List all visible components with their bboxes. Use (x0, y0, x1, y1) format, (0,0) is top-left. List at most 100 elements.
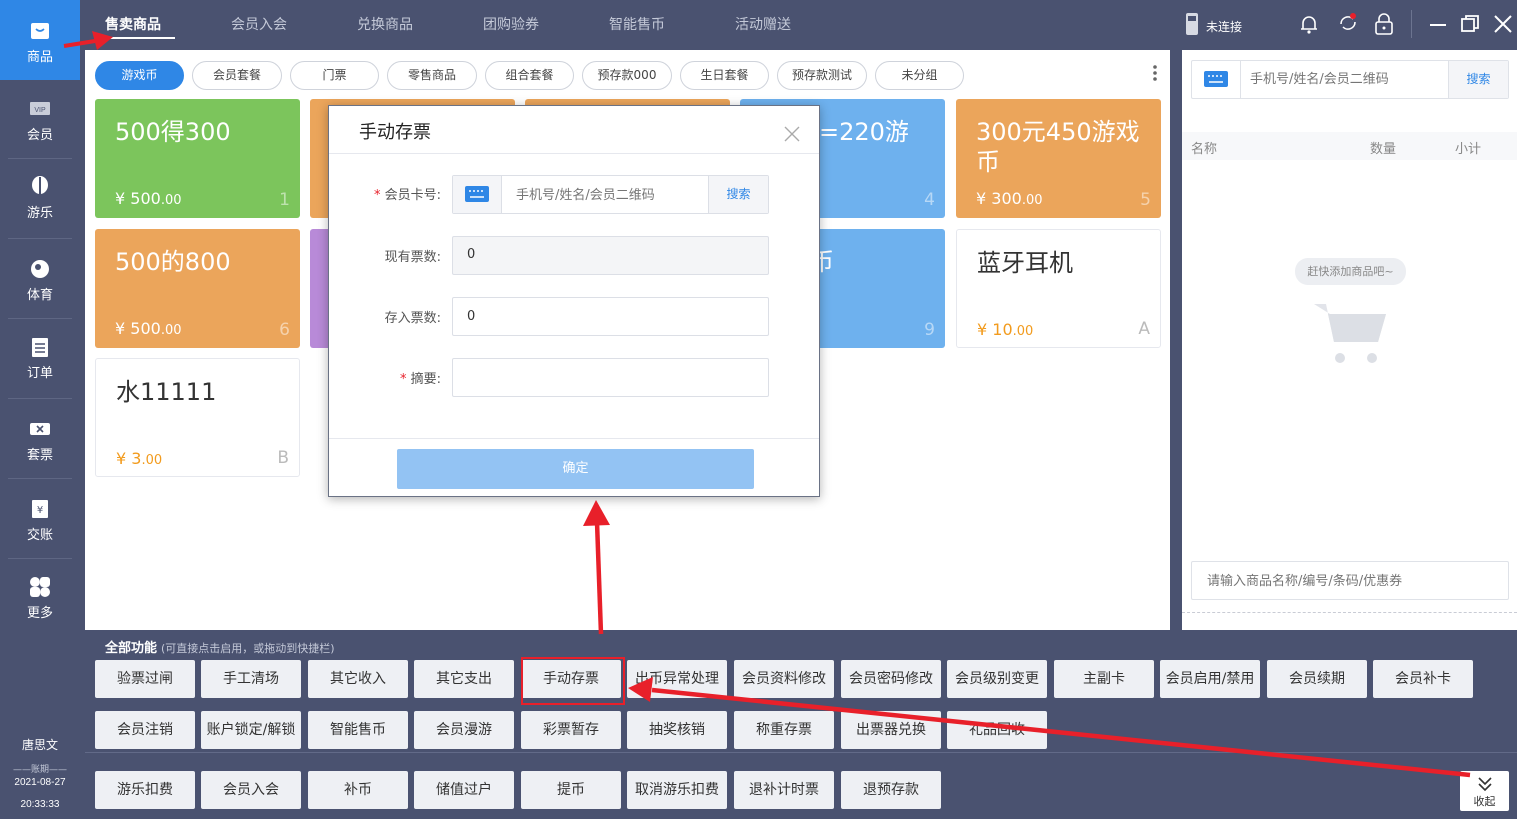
fn-gift-recycle[interactable]: 礼品回收 (947, 711, 1047, 749)
minimize-icon[interactable] (1428, 14, 1448, 34)
sidebar-item-label: 订单 (26, 366, 53, 381)
period-label: ——账期—— (12, 765, 67, 775)
product-hotkey: B (277, 448, 289, 468)
quick-amusement-charge[interactable]: 游乐扣费 (95, 771, 195, 809)
fn-member-level[interactable]: 会员级别变更 (947, 660, 1047, 698)
device-status[interactable] (1183, 12, 1201, 36)
sidebar-item-package-tickets[interactable]: 套票 (0, 400, 80, 480)
fn-lottery-hold[interactable]: 彩票暂存 (521, 711, 621, 749)
sidebar-item-more[interactable]: 更多 (0, 560, 80, 640)
empty-cart-hint: 赶快添加商品吧~ (1295, 258, 1406, 285)
fn-member-enable[interactable]: 会员启用/禁用 (1160, 660, 1260, 698)
chip-prepaid-test[interactable]: 预存款测试 (777, 61, 867, 90)
memo-input[interactable] (452, 358, 769, 397)
sidebar-divider (8, 478, 72, 479)
fn-weigh-deposit[interactable]: 称重存票 (734, 711, 834, 749)
quick-timed-ticket-refund[interactable]: 退补计时票 (734, 771, 834, 809)
member-search-input[interactable] (1250, 69, 1445, 90)
fn-smart-coin[interactable]: 智能售币 (308, 711, 408, 749)
lock-icon[interactable] (1373, 12, 1395, 36)
fn-member-info-edit[interactable]: 会员资料修改 (734, 660, 834, 698)
tab-sell-goods[interactable]: 售卖商品 (105, 14, 161, 34)
product-price: ¥ 300.00 (976, 189, 1043, 208)
collapse-label: 收起 (1473, 795, 1496, 808)
fn-ticket-gate[interactable]: 验票过闸 (95, 660, 195, 698)
bell-icon[interactable] (1298, 13, 1320, 35)
deposit-tickets-input[interactable] (452, 297, 769, 336)
product-hotkey: 1 (279, 190, 290, 210)
period-time: 20:33:33 (20, 799, 60, 810)
product-card[interactable]: 300元450游戏币 ¥ 300.00 5 (956, 99, 1161, 218)
sidebar-item-amusement[interactable]: 游乐 (0, 160, 80, 240)
card-no-field: 搜索 (452, 175, 769, 214)
quick-add-coins[interactable]: 补币 (308, 771, 408, 809)
card-no-input[interactable] (516, 185, 701, 205)
fn-dispenser-exchange[interactable]: 出票器兑换 (841, 711, 941, 749)
product-card[interactable]: 蓝牙耳机 ¥ 10.00 A (956, 229, 1161, 348)
chip-retail[interactable]: 零售商品 (387, 61, 477, 90)
svg-text:VIP: VIP (34, 107, 46, 114)
fn-member-password[interactable]: 会员密码修改 (841, 660, 941, 698)
sidebar-item-label: 商品 (26, 50, 53, 65)
fn-main-sub-card[interactable]: 主副卡 (1054, 660, 1154, 698)
sidebar-item-handover[interactable]: ¥ 交账 (0, 480, 80, 560)
fn-manual-clear[interactable]: 手工清场 (201, 660, 301, 698)
fn-coin-exception[interactable]: 出币异常处理 (627, 660, 727, 698)
tab-smart-coin[interactable]: 智能售币 (609, 14, 665, 34)
fn-other-expense[interactable]: 其它支出 (414, 660, 514, 698)
product-name: 300元450游戏币 (976, 118, 1140, 176)
quick-member-join[interactable]: 会员入会 (201, 771, 301, 809)
quick-cancel-charge[interactable]: 取消游乐扣费 (627, 771, 727, 809)
chip-game-coin[interactable]: 游戏币 (95, 61, 184, 90)
restore-icon[interactable] (1460, 14, 1480, 34)
sidebar-item-orders[interactable]: 订单 (0, 320, 80, 400)
product-price: ¥ 3.00 (116, 449, 163, 468)
card-search-button[interactable]: 搜索 (708, 176, 768, 213)
fn-member-roaming[interactable]: 会员漫游 (414, 711, 514, 749)
quick-balance-transfer[interactable]: 储值过户 (414, 771, 514, 809)
ticket-icon (30, 423, 50, 435)
double-chevron-down-icon (1477, 777, 1492, 792)
dialog-keyboard-button[interactable] (453, 176, 502, 213)
chip-ungrouped[interactable]: 未分组 (875, 61, 964, 90)
confirm-button[interactable]: 确定 (397, 449, 754, 489)
sync-icon[interactable] (1337, 12, 1359, 34)
product-card[interactable]: 500的800 ¥ 500.00 6 (95, 229, 300, 348)
sidebar-item-goods[interactable]: 商品 (0, 0, 80, 80)
fn-account-lock[interactable]: 账户锁定/解锁 (201, 711, 301, 749)
product-card[interactable]: 500得300 ¥ 500.00 1 (95, 99, 300, 218)
fn-member-reissue[interactable]: 会员补卡 (1373, 660, 1473, 698)
quick-withdraw-coins[interactable]: 提币 (521, 771, 621, 809)
tab-member-join[interactable]: 会员入会 (231, 14, 287, 34)
fn-other-income[interactable]: 其它收入 (308, 660, 408, 698)
clipboard-icon (32, 338, 48, 357)
product-hotkey: 9 (924, 320, 935, 340)
quick-bar-divider (85, 752, 1517, 753)
fn-member-renew[interactable]: 会员续期 (1267, 660, 1367, 698)
sidebar-item-sports[interactable]: 体育 (0, 240, 80, 320)
sidebar-item-member[interactable]: VIP 会员 (0, 80, 80, 160)
tab-exchange-goods[interactable]: 兑换商品 (357, 14, 413, 34)
keyboard-button[interactable] (1192, 61, 1241, 98)
sidebar-item-label: 会员 (26, 128, 53, 143)
chip-birthday[interactable]: 生日套餐 (680, 61, 769, 90)
dialog-close-icon[interactable] (784, 126, 800, 142)
quick-refund-prepaid[interactable]: 退预存款 (841, 771, 941, 809)
product-search-input[interactable] (1207, 571, 1487, 591)
chip-combo[interactable]: 组合套餐 (485, 61, 574, 90)
fn-lottery-verify[interactable]: 抽奖核销 (627, 711, 727, 749)
chip-prepaid-000[interactable]: 预存款000 (582, 61, 672, 90)
close-icon[interactable] (1493, 14, 1513, 34)
more-options-icon[interactable] (1151, 64, 1159, 84)
chip-member-package[interactable]: 会员套餐 (192, 61, 282, 90)
chip-ticket[interactable]: 门票 (290, 61, 379, 90)
collapse-button[interactable]: 收起 (1460, 771, 1509, 811)
dialog-footer-divider (329, 438, 819, 439)
product-name: 蓝牙耳机 (977, 249, 1073, 277)
fn-member-cancel[interactable]: 会员注销 (95, 711, 195, 749)
member-search-button[interactable]: 搜索 (1448, 61, 1508, 98)
product-card[interactable]: 水11111 ¥ 3.00 B (95, 358, 300, 477)
tab-activity-gift[interactable]: 活动赠送 (735, 14, 791, 34)
cart-divider (1182, 612, 1517, 613)
tab-group-voucher[interactable]: 团购验券 (483, 14, 539, 34)
